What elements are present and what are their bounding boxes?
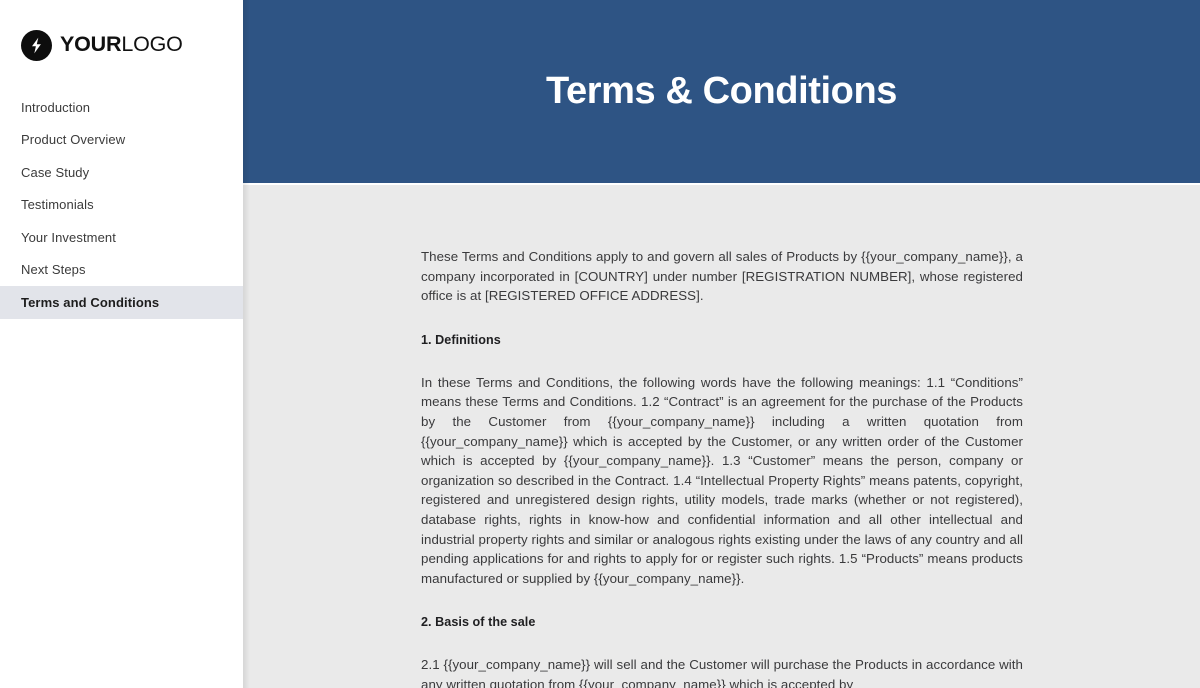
sidebar-item-introduction[interactable]: Introduction xyxy=(0,91,243,124)
sidebar-item-your-investment[interactable]: Your Investment xyxy=(0,221,243,254)
sidebar-item-case-study[interactable]: Case Study xyxy=(0,156,243,189)
sidebar: YOURLOGO Introduction Product Overview C… xyxy=(0,0,250,688)
main-content: Terms & Conditions These Terms and Condi… xyxy=(243,0,1200,688)
page-title: Terms & Conditions xyxy=(546,69,897,112)
sidebar-item-product-overview[interactable]: Product Overview xyxy=(0,124,243,157)
sidebar-item-terms-and-conditions[interactable]: Terms and Conditions xyxy=(0,286,243,319)
sidebar-item-testimonials[interactable]: Testimonials xyxy=(0,189,243,222)
section-body-basis-of-the-sale: 2.1 {{your_company_name}} will sell and … xyxy=(421,657,1023,688)
brand-wordmark-light: LOGO xyxy=(121,32,183,57)
page-banner: Terms & Conditions xyxy=(243,0,1200,185)
brand-logo[interactable]: YOURLOGO xyxy=(0,0,243,63)
document-body: These Terms and Conditions apply to and … xyxy=(243,185,1200,688)
section-heading-definitions: 1. Definitions xyxy=(421,332,501,347)
sidebar-nav: Introduction Product Overview Case Study… xyxy=(0,91,243,319)
section-body-definitions: In these Terms and Conditions, the follo… xyxy=(421,374,1023,586)
page-root: YOURLOGO Introduction Product Overview C… xyxy=(0,0,1200,688)
lightning-bolt-icon xyxy=(21,29,52,61)
sidebar-item-next-steps[interactable]: Next Steps xyxy=(0,254,243,287)
brand-wordmark: YOURLOGO xyxy=(60,34,183,56)
brand-wordmark-bold: YOUR xyxy=(60,32,122,57)
document-column: These Terms and Conditions apply to and … xyxy=(421,247,1023,688)
intro-paragraph: These Terms and Conditions apply to and … xyxy=(421,249,1023,304)
section-heading-basis-of-the-sale: 2. Basis of the sale xyxy=(421,615,536,630)
